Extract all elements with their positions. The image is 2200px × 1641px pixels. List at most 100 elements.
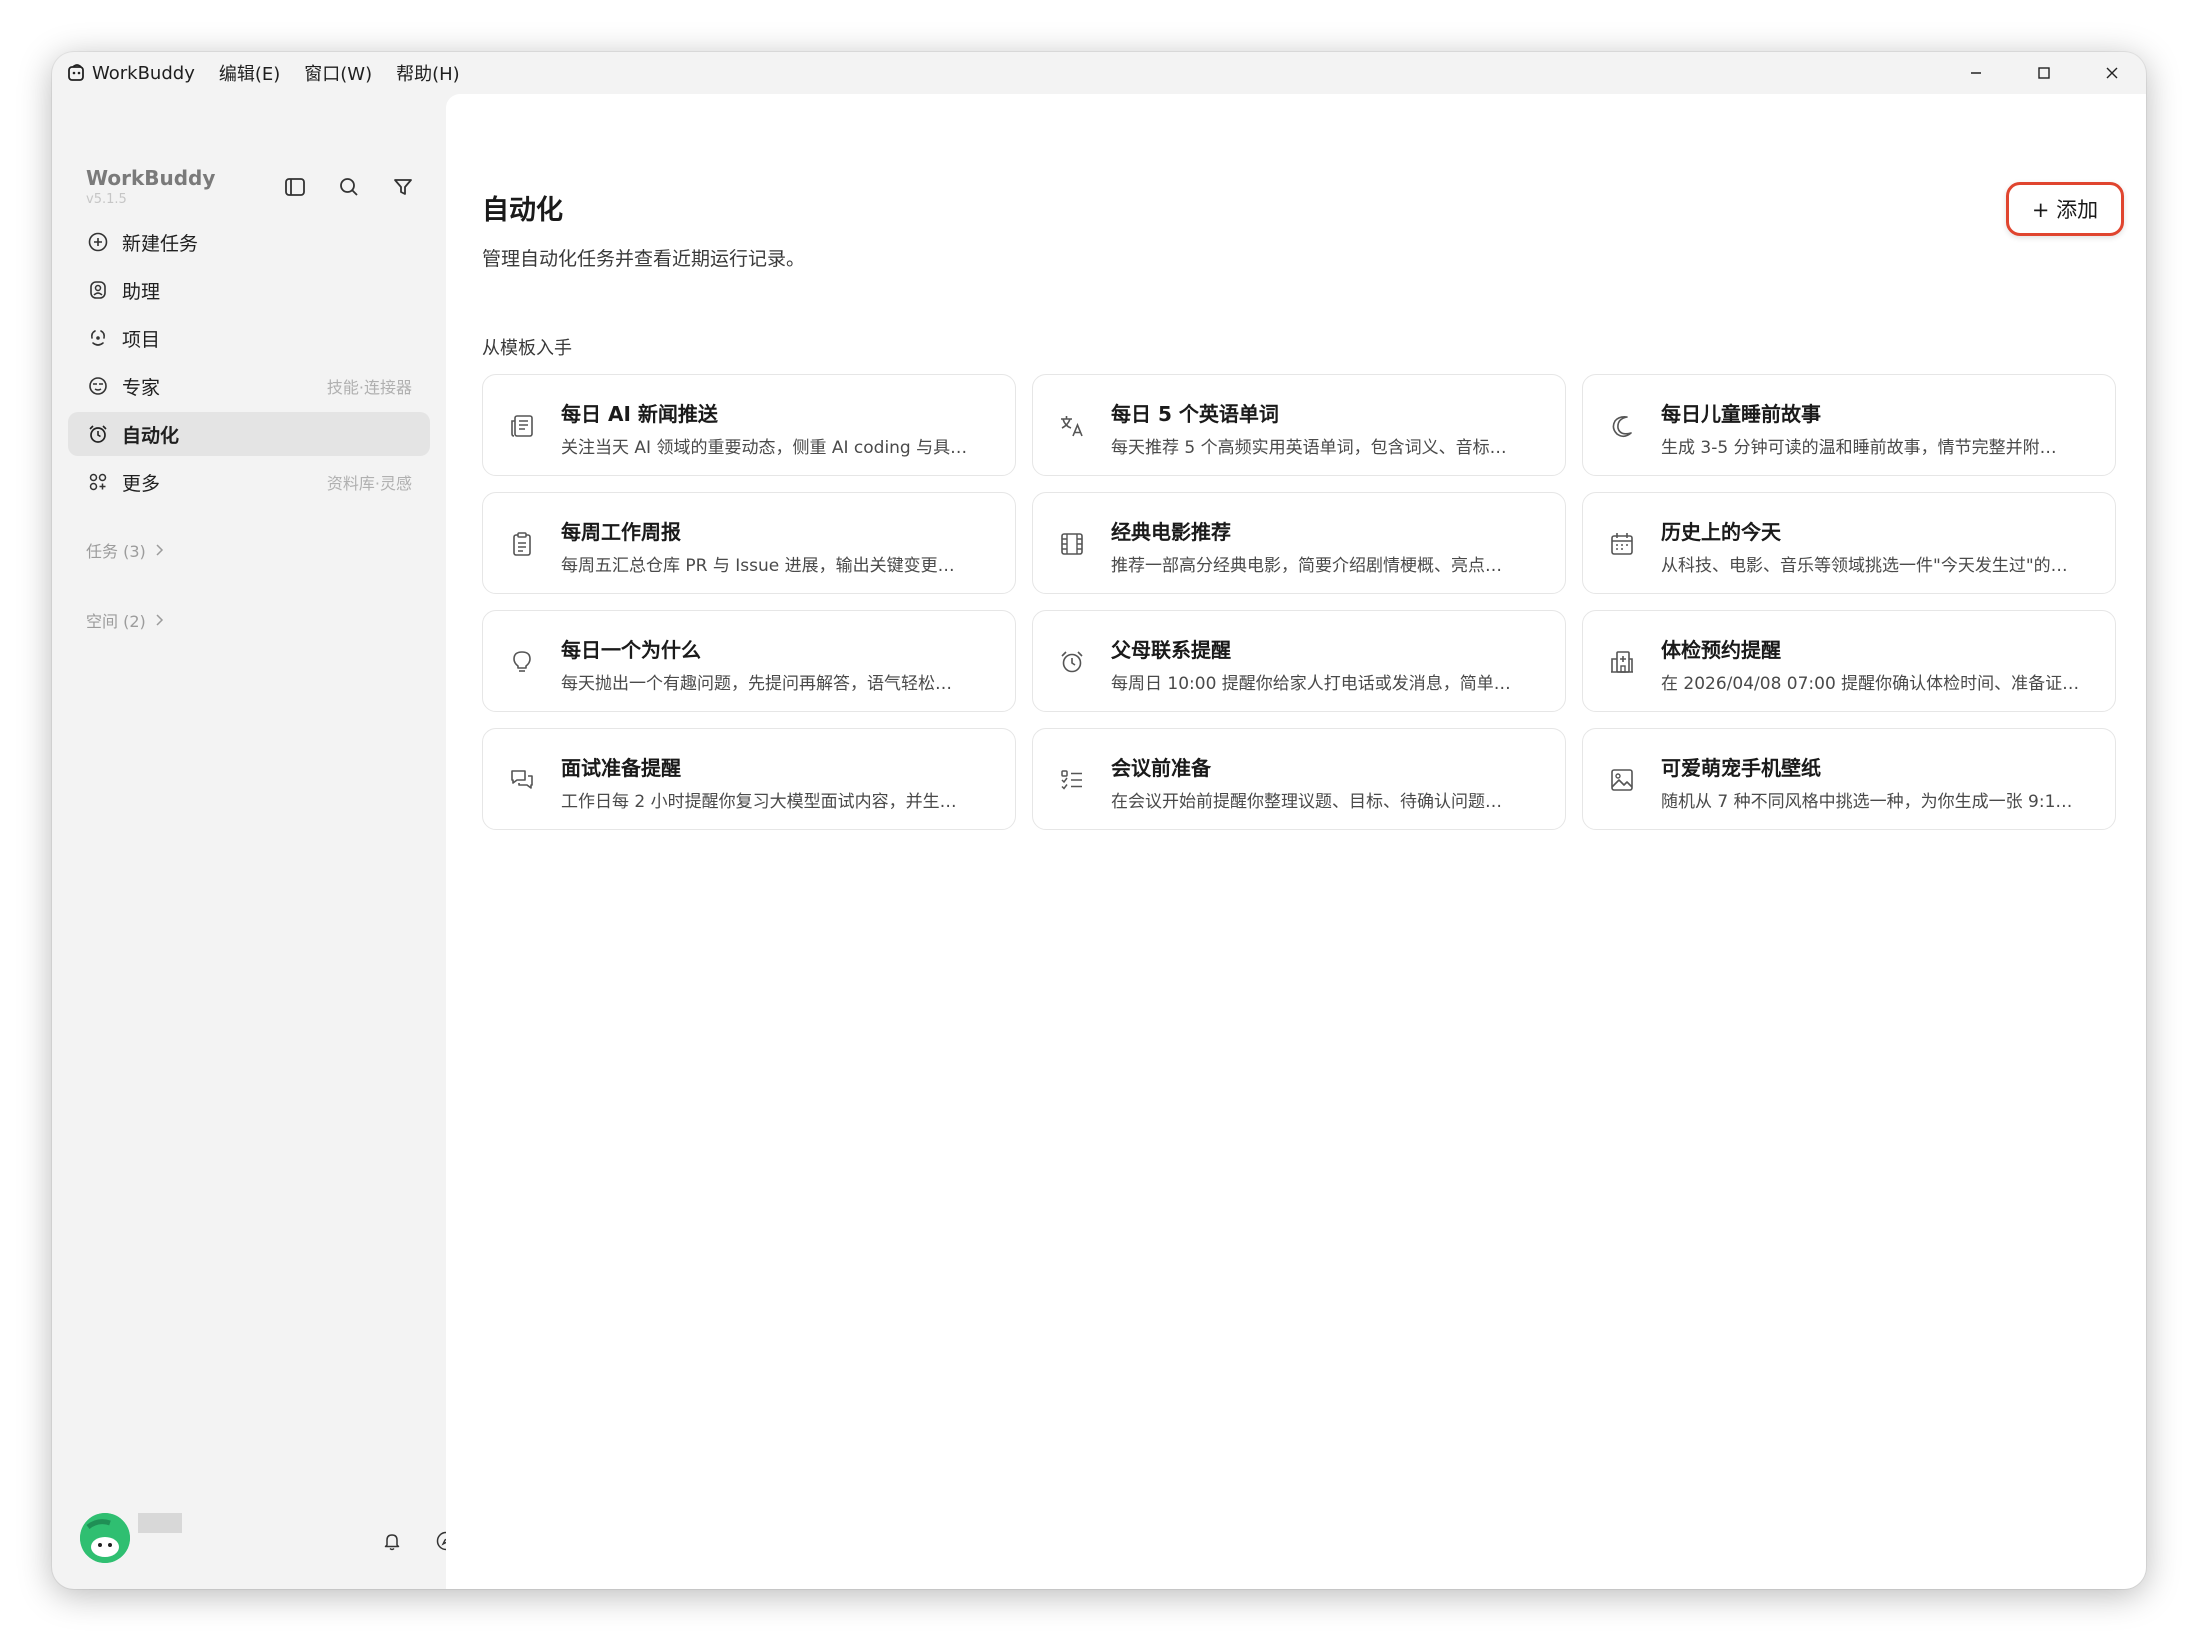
lightbulb-icon bbox=[507, 647, 537, 677]
template-desc: 从科技、电影、音乐等领域挑选一件"今天发生过"的… bbox=[1661, 556, 2068, 576]
nav-expert[interactable]: 专家 技能·连接器 bbox=[68, 364, 430, 408]
template-card[interactable]: 可爱萌宠手机壁纸 随机从 7 种不同风格中挑选一种，为你生成一张 9:1… bbox=[1582, 728, 2116, 830]
template-title: 父母联系提醒 bbox=[1111, 638, 1231, 662]
template-title: 体检预约提醒 bbox=[1661, 638, 1781, 662]
app-title: WorkBuddy bbox=[92, 62, 195, 84]
translate-icon bbox=[1057, 411, 1087, 441]
maximize-button[interactable] bbox=[2010, 52, 2078, 94]
nav-automation[interactable]: 自动化 bbox=[68, 412, 430, 456]
nav-label: 项目 bbox=[122, 328, 161, 351]
hospital-icon bbox=[1607, 647, 1637, 677]
avatar[interactable] bbox=[80, 1513, 130, 1563]
group-spaces[interactable]: 空间 (2) bbox=[86, 608, 164, 632]
image-icon bbox=[1607, 765, 1637, 795]
assistant-icon bbox=[86, 278, 110, 302]
template-desc: 在 2026/04/08 07:00 提醒你确认体检时间、准备证… bbox=[1661, 674, 2080, 694]
menu-edit[interactable]: 编辑(E) bbox=[219, 60, 280, 86]
nav-hint: 技能·连接器 bbox=[326, 378, 412, 397]
template-desc: 关注当天 AI 领域的重要动态，侧重 AI coding 与具… bbox=[561, 438, 968, 458]
template-title: 可爱萌宠手机壁纸 bbox=[1661, 756, 1821, 780]
notifications-button[interactable] bbox=[378, 1527, 406, 1555]
chat-bubbles-icon bbox=[507, 765, 537, 795]
sidebar-nav: 新建任务 助理 项目 专家 技能·连接器 自动化 更多 资料库·灵感 bbox=[68, 220, 430, 508]
add-automation-button[interactable]: + 添加 bbox=[2006, 182, 2124, 236]
maximize-icon bbox=[2038, 67, 2050, 79]
nav-label: 专家 bbox=[122, 376, 161, 399]
more-grid-icon bbox=[86, 470, 110, 494]
alarm-clock-icon bbox=[1057, 647, 1087, 677]
app-window: WorkBuddy 编辑(E) 窗口(W) 帮助(H) WorkBuddy v5… bbox=[52, 52, 2146, 1589]
template-card[interactable]: 每日一个为什么 每天抛出一个有趣问题，先提问再解答，语气轻松… bbox=[482, 610, 1016, 712]
group-label: 空间 (2) bbox=[86, 612, 146, 631]
sidebar-toolbar bbox=[280, 172, 418, 202]
sidebar: WorkBuddy v5.1.5 新建任务 助理 项目 专家 技能·连接器 自动… bbox=[52, 94, 456, 1589]
page-subtitle: 管理自动化任务并查看近期运行记录。 bbox=[482, 248, 806, 270]
template-card[interactable]: 经典电影推荐 推荐一部高分经典电影，简要介绍剧情梗概、亮点… bbox=[1032, 492, 1566, 594]
template-title: 每日儿童睡前故事 bbox=[1661, 402, 1821, 426]
moon-icon bbox=[1607, 411, 1637, 441]
nav-more[interactable]: 更多 资料库·灵感 bbox=[68, 460, 430, 504]
template-card[interactable]: 面试准备提醒 工作日每 2 小时提醒你复习大模型面试内容，并生… bbox=[482, 728, 1016, 830]
template-card[interactable]: 每周工作周报 每周五汇总仓库 PR 与 Issue 进展，输出关键变更… bbox=[482, 492, 1016, 594]
template-desc: 随机从 7 种不同风格中挑选一种，为你生成一张 9:1… bbox=[1661, 792, 2073, 812]
checklist-icon bbox=[1057, 765, 1087, 795]
minimize-icon bbox=[1971, 72, 1981, 74]
template-desc: 每周五汇总仓库 PR 与 Issue 进展，输出关键变更… bbox=[561, 556, 955, 576]
clipboard-icon bbox=[507, 529, 537, 559]
sidebar-toggle-icon bbox=[285, 178, 305, 196]
template-desc: 每天推荐 5 个高频实用英语单词，包含词义、音标… bbox=[1111, 438, 1507, 458]
chevron-right-icon bbox=[154, 543, 164, 557]
nav-label: 更多 bbox=[122, 472, 161, 495]
app-logo-icon bbox=[68, 64, 86, 82]
template-card[interactable]: 历史上的今天 从科技、电影、音乐等领域挑选一件"今天发生过"的… bbox=[1582, 492, 2116, 594]
nav-new-task[interactable]: 新建任务 bbox=[68, 220, 430, 264]
group-label: 任务 (3) bbox=[86, 542, 146, 561]
nav-assistant[interactable]: 助理 bbox=[68, 268, 430, 312]
user-name-redacted bbox=[138, 1513, 182, 1533]
template-title: 面试准备提醒 bbox=[561, 756, 681, 780]
film-icon bbox=[1057, 529, 1087, 559]
template-card[interactable]: 父母联系提醒 每周日 10:00 提醒你给家人打电话或发消息，简单… bbox=[1032, 610, 1566, 712]
menu-help[interactable]: 帮助(H) bbox=[396, 60, 460, 86]
template-card[interactable]: 会议前准备 在会议开始前提醒你整理议题、目标、待确认问题… bbox=[1032, 728, 1566, 830]
template-title: 每日 AI 新闻推送 bbox=[561, 402, 718, 426]
section-label: 从模板入手 bbox=[482, 338, 572, 359]
template-desc: 每天抛出一个有趣问题，先提问再解答，语气轻松… bbox=[561, 674, 952, 694]
newspaper-icon bbox=[507, 411, 537, 441]
search-button[interactable] bbox=[334, 172, 364, 202]
main-content: 自动化 管理自动化任务并查看近期运行记录。 + 添加 从模板入手 每日 AI 新… bbox=[446, 94, 2146, 1589]
nav-hint: 资料库·灵感 bbox=[326, 474, 412, 493]
group-tasks[interactable]: 任务 (3) bbox=[86, 538, 164, 562]
close-icon bbox=[2106, 67, 2118, 79]
template-desc: 推荐一部高分经典电影，简要介绍剧情梗概、亮点… bbox=[1111, 556, 1502, 576]
project-icon bbox=[86, 326, 110, 350]
brand-version: v5.1.5 bbox=[86, 192, 127, 207]
template-grid: 每日 AI 新闻推送 关注当天 AI 领域的重要动态，侧重 AI coding … bbox=[482, 374, 2116, 830]
template-card[interactable]: 体检预约提醒 在 2026/04/08 07:00 提醒你确认体检时间、准备证… bbox=[1582, 610, 2116, 712]
bell-icon bbox=[384, 1534, 400, 1551]
brand-name: WorkBuddy bbox=[86, 166, 216, 190]
toggle-sidebar-button[interactable] bbox=[280, 172, 310, 202]
brand: WorkBuddy v5.1.5 bbox=[86, 166, 215, 207]
close-button[interactable] bbox=[2078, 52, 2146, 94]
nav-project[interactable]: 项目 bbox=[68, 316, 430, 360]
nav-label: 助理 bbox=[122, 280, 161, 303]
template-title: 历史上的今天 bbox=[1661, 520, 1781, 544]
filter-button[interactable] bbox=[388, 172, 418, 202]
template-card[interactable]: 每日 AI 新闻推送 关注当天 AI 领域的重要动态，侧重 AI coding … bbox=[482, 374, 1016, 476]
template-title: 每周工作周报 bbox=[561, 520, 681, 544]
title-bar: WorkBuddy 编辑(E) 窗口(W) 帮助(H) bbox=[52, 52, 2146, 94]
filter-icon bbox=[394, 179, 412, 195]
chevron-right-icon bbox=[154, 613, 164, 627]
template-card[interactable]: 每日儿童睡前故事 生成 3-5 分钟可读的温和睡前故事，情节完整并附… bbox=[1582, 374, 2116, 476]
expert-icon bbox=[86, 374, 110, 398]
menu-window[interactable]: 窗口(W) bbox=[304, 60, 372, 86]
alarm-icon bbox=[86, 422, 110, 446]
plus-circle-icon bbox=[86, 230, 110, 254]
minimize-button[interactable] bbox=[1942, 52, 2010, 94]
template-card[interactable]: 每日 5 个英语单词 每天推荐 5 个高频实用英语单词，包含词义、音标… bbox=[1032, 374, 1566, 476]
template-title: 每日一个为什么 bbox=[561, 638, 701, 662]
nav-label: 自动化 bbox=[122, 424, 180, 447]
template-desc: 生成 3-5 分钟可读的温和睡前故事，情节完整并附… bbox=[1661, 438, 2057, 458]
calendar-icon bbox=[1607, 529, 1637, 559]
